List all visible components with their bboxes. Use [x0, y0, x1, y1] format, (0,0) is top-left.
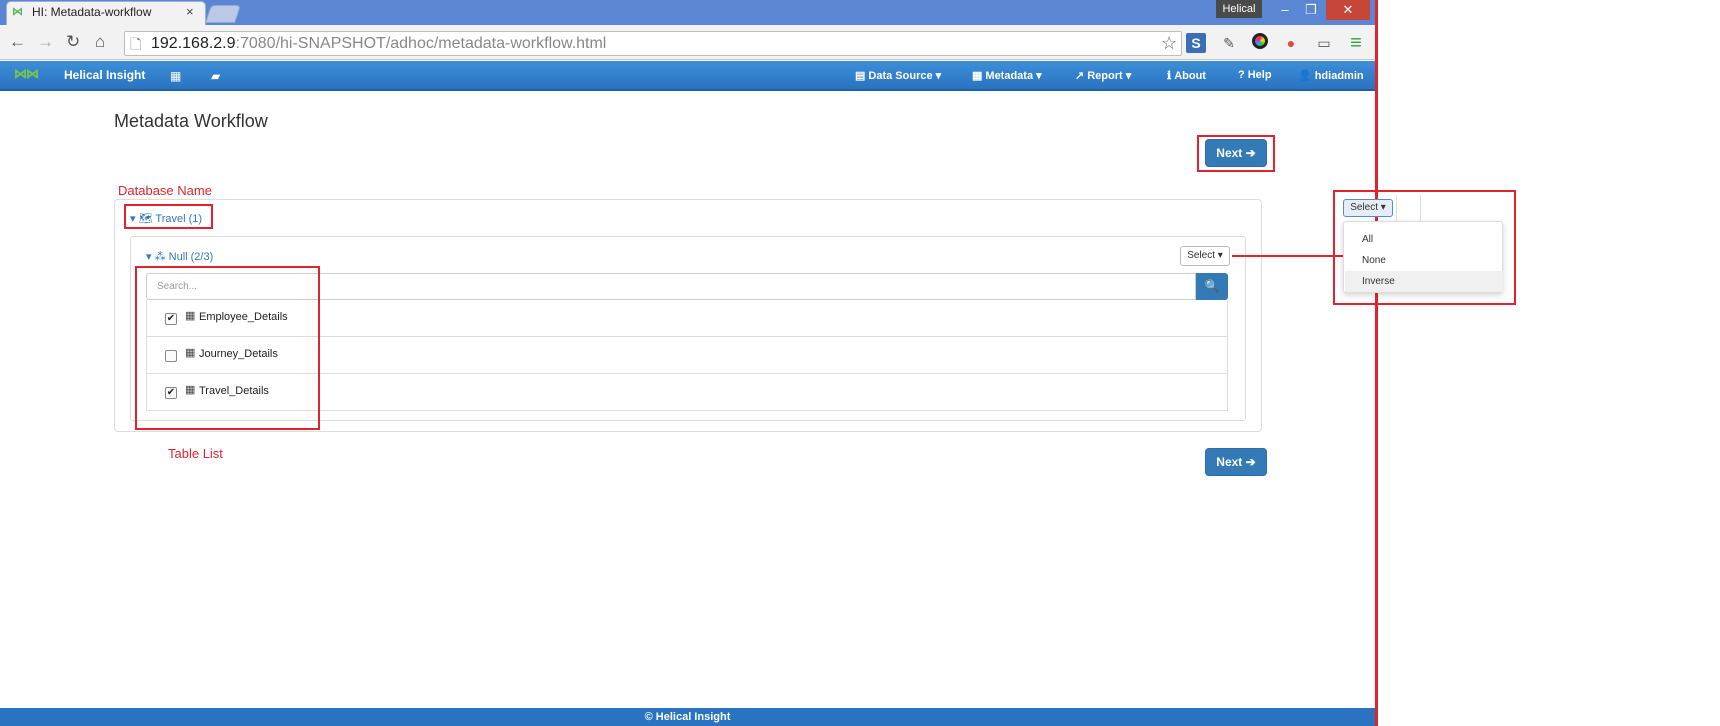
nav-about-label: About — [1174, 70, 1206, 82]
table-list-annotation: Table List — [168, 446, 223, 461]
reload-icon[interactable]: ↻ — [66, 32, 80, 52]
home-icon[interactable]: ⌂ — [95, 32, 105, 52]
window-close-icon[interactable]: ✕ — [1326, 0, 1370, 20]
select-dropdown-menu: All None Inverse — [1343, 221, 1503, 293]
grid-icon[interactable]: ▦ — [170, 69, 181, 83]
cast-icon[interactable]: ▭ — [1314, 33, 1334, 53]
new-tab-button[interactable] — [205, 5, 241, 23]
menu-item-all[interactable]: All — [1345, 229, 1503, 250]
nav-help-label: Help — [1247, 69, 1272, 81]
annotation-table-list-highlight — [135, 266, 320, 430]
url-host: 192.168.2.9 — [151, 35, 236, 52]
helical-logo-icon[interactable]: ⋈⋈ — [14, 66, 39, 82]
annotation-divider-line — [1375, 0, 1378, 726]
footer: © Helical Insight — [0, 708, 1375, 726]
next-button-top[interactable]: Next ➔ — [1205, 139, 1267, 167]
minimize-icon[interactable]: – — [1272, 0, 1298, 20]
extension-red-icon[interactable]: ● — [1281, 33, 1301, 53]
nav-user[interactable]: 👤 hdiadmin — [1298, 69, 1364, 82]
info-icon: ℹ — [1167, 70, 1172, 82]
nav-help[interactable]: ? Help — [1238, 69, 1272, 81]
forward-icon[interactable]: → — [37, 32, 54, 52]
helical-favicon-icon: ⋈ — [12, 6, 23, 18]
user-icon: 👤 — [1298, 70, 1312, 82]
nav-data-source-label: Data Source ▾ — [868, 70, 942, 82]
next-button-bottom[interactable]: Next ➔ — [1205, 448, 1267, 476]
color-wheel-icon[interactable] — [1250, 33, 1270, 53]
menu-item-inverse[interactable]: Inverse — [1345, 271, 1503, 292]
nav-report-label: Report ▾ — [1087, 70, 1132, 82]
table-icon: ▦ — [972, 70, 983, 82]
schema-toggle-null[interactable]: ▾ ⁂ Null (2/3) — [146, 250, 213, 263]
database-name-annotation: Database Name — [118, 183, 212, 198]
folder-open-icon[interactable]: ▰ — [211, 69, 220, 83]
search-button[interactable]: 🔍 — [1196, 273, 1228, 300]
profile-badge[interactable]: Helical — [1216, 0, 1262, 18]
nav-metadata-label: Metadata ▾ — [985, 70, 1042, 82]
select-dropdown-button[interactable]: Select ▾ — [1180, 246, 1230, 266]
line-chart-icon: ↗ — [1075, 70, 1085, 82]
nav-data-source[interactable]: ▤ Data Source ▾ — [855, 69, 941, 82]
back-icon[interactable]: ← — [9, 32, 26, 52]
brand-name[interactable]: Helical Insight — [64, 68, 145, 82]
chrome-menu-icon[interactable]: ≡ — [1346, 33, 1366, 53]
database-toggle-travel[interactable]: ▾ 🗺 Travel (1) — [130, 212, 202, 225]
database-icon: ▤ — [855, 70, 866, 82]
question-icon: ? — [1238, 69, 1245, 81]
menu-item-none[interactable]: None — [1345, 250, 1503, 271]
page-title: Metadata Workflow — [114, 111, 268, 131]
search-icon: 🔍 — [1204, 279, 1220, 293]
url-text[interactable]: 192.168.2.9:7080/hi-SNAPSHOT/adhoc/metad… — [151, 35, 606, 53]
bookmark-star-icon[interactable]: ☆ — [1161, 33, 1177, 54]
extension-s-icon[interactable]: S — [1186, 33, 1206, 53]
eyedropper-icon[interactable]: ✎ — [1219, 33, 1239, 53]
maximize-icon[interactable]: ❐ — [1298, 0, 1324, 20]
url-path: :7080/hi-SNAPSHOT/adhoc/metadata-workflo… — [235, 35, 607, 52]
nav-metadata[interactable]: ▦ Metadata ▾ — [972, 69, 1042, 82]
page-icon: 🗋 — [130, 36, 142, 52]
tab-close-icon[interactable]: × — [186, 4, 194, 19]
nav-report[interactable]: ↗ Report ▾ — [1075, 69, 1131, 82]
tab-title: HI: Metadata-workflow — [32, 5, 152, 19]
nav-user-label: hdiadmin — [1314, 70, 1364, 82]
zoom-select-button[interactable]: Select ▾ — [1343, 199, 1393, 217]
nav-about[interactable]: ℹ About — [1167, 69, 1206, 82]
